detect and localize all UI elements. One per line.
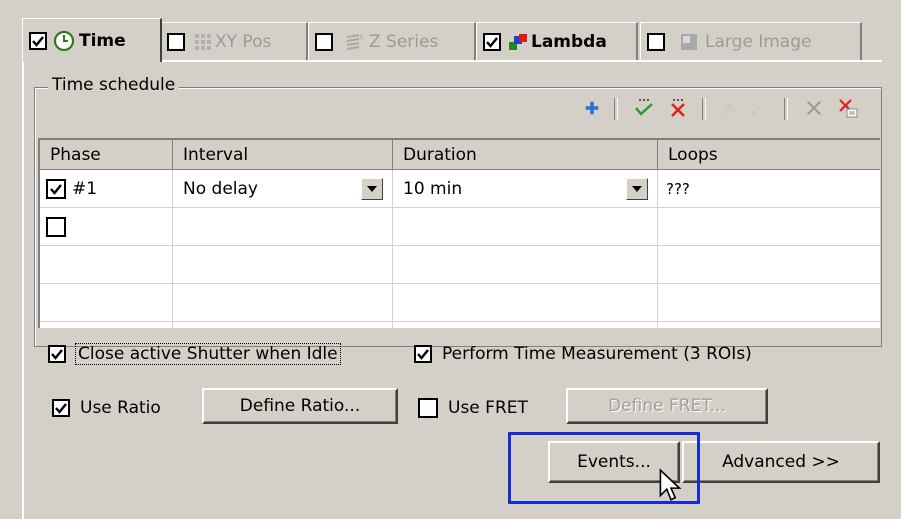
large-image-icon: [681, 33, 697, 50]
tab-large-image[interactable]: Large Image: [640, 22, 862, 60]
toolbar-separator: [614, 98, 618, 120]
time-measurement-checkbox[interactable]: [414, 345, 432, 363]
define-ratio-label: Define Ratio...: [239, 396, 361, 416]
interval-value[interactable]: No delay: [183, 179, 258, 199]
define-fret-button: Define FRET...: [566, 388, 768, 424]
tab-lambda-label: Lambda: [531, 31, 607, 52]
tab-xy-pos-label: XY Pos: [215, 31, 272, 52]
define-fret-label: Define FRET...: [608, 396, 726, 416]
close-shutter-option[interactable]: Close active Shutter when Idle: [48, 343, 341, 365]
use-fret-checkbox[interactable]: [418, 398, 438, 418]
define-ratio-button[interactable]: Define Ratio...: [202, 388, 398, 424]
tab-time-checkbox[interactable]: [29, 31, 47, 50]
use-fret-label: Use FRET: [448, 398, 528, 418]
column-header-interval[interactable]: Interval: [173, 140, 393, 170]
phase-value: #1: [72, 179, 98, 199]
time-measurement-label: Perform Time Measurement (3 ROIs): [442, 344, 752, 364]
advanced-button[interactable]: Advanced >>: [682, 441, 880, 483]
tab-large-image-checkbox[interactable]: [647, 32, 665, 51]
duration-dropdown-button[interactable]: [626, 178, 648, 200]
delete-icon[interactable]: [802, 96, 826, 120]
tab-time[interactable]: Time: [22, 18, 162, 62]
uncheck-all-icon[interactable]: [666, 96, 690, 120]
move-down-icon[interactable]: [746, 96, 770, 120]
tab-z-series-label: Z Series: [369, 31, 439, 52]
use-ratio-option[interactable]: Use Ratio: [52, 398, 161, 418]
svg-text:t: t: [360, 33, 363, 42]
tab-lambda-checkbox[interactable]: [483, 32, 501, 51]
check-all-icon[interactable]: [632, 96, 656, 120]
lambda-icon: [509, 33, 527, 50]
use-fret-option[interactable]: Use FRET: [418, 398, 528, 418]
loops-value[interactable]: ???: [666, 180, 690, 198]
table-row[interactable]: #1 No delay 10 min ???: [40, 170, 880, 208]
grid-icon: [195, 33, 211, 50]
column-header-duration[interactable]: Duration: [393, 140, 658, 170]
tab-z-series[interactable]: t Z Series: [308, 22, 476, 60]
tab-xy-pos[interactable]: XY Pos: [160, 22, 308, 60]
use-ratio-checkbox[interactable]: [52, 399, 70, 417]
mouse-cursor-icon: [659, 468, 682, 501]
column-header-loops[interactable]: Loops: [658, 140, 880, 170]
time-schedule-title: Time schedule: [48, 75, 180, 95]
tab-time-label: Time: [79, 30, 126, 51]
phase-checkbox[interactable]: [46, 179, 66, 199]
column-header-phase[interactable]: Phase: [40, 140, 173, 170]
advanced-label: Advanced >>: [722, 452, 840, 472]
clock-icon: [53, 30, 75, 51]
toolbar-separator: [784, 98, 788, 120]
toolbar-separator: [702, 98, 706, 120]
table-row: [40, 246, 880, 284]
close-shutter-label: Close active Shutter when Idle: [75, 343, 341, 365]
phase-checkbox[interactable]: [46, 217, 66, 237]
delete-all-icon[interactable]: [836, 96, 860, 120]
use-ratio-label: Use Ratio: [80, 398, 161, 418]
time-measurement-option[interactable]: Perform Time Measurement (3 ROIs): [414, 344, 752, 364]
interval-dropdown-button[interactable]: [361, 178, 383, 200]
duration-value[interactable]: 10 min: [403, 179, 462, 199]
close-shutter-checkbox[interactable]: [48, 345, 66, 363]
table-row[interactable]: [40, 208, 880, 246]
add-icon[interactable]: [580, 96, 604, 120]
table-row: [40, 284, 880, 322]
schedule-table: Phase Interval Duration Loops #1 No dela…: [38, 138, 880, 328]
tab-z-series-checkbox[interactable]: [315, 32, 333, 51]
tab-xy-pos-checkbox[interactable]: [167, 32, 185, 51]
move-up-icon[interactable]: [718, 96, 742, 120]
z-stack-icon: t: [346, 33, 363, 50]
tab-lambda[interactable]: Lambda: [476, 22, 638, 60]
tab-large-image-label: Large Image: [705, 31, 812, 52]
